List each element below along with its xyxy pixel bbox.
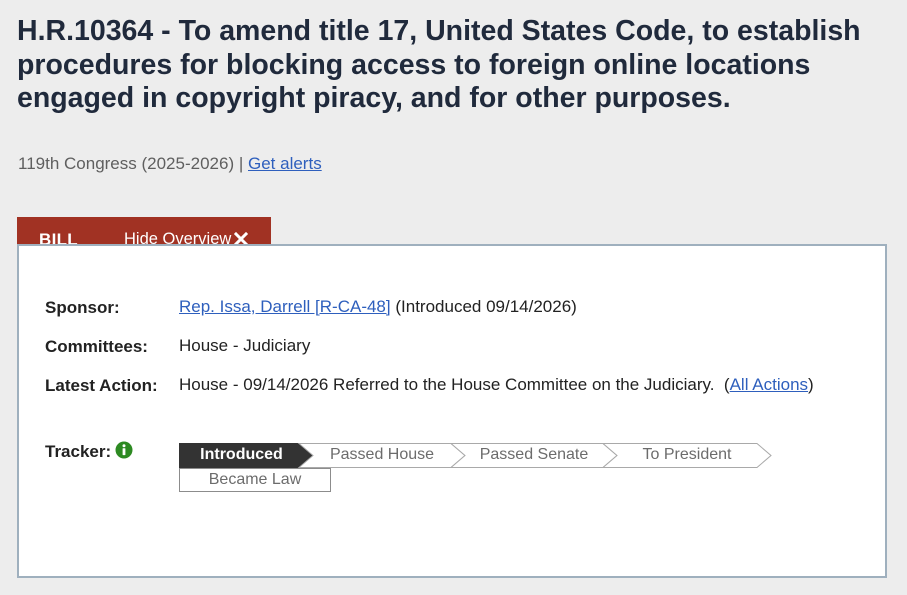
committees-value: House - Judiciary	[179, 336, 311, 355]
sponsor-label: Sponsor:	[45, 298, 120, 317]
step-passed-senate: Passed Senate	[479, 446, 589, 463]
info-icon[interactable]	[115, 441, 133, 464]
step-passed-house: Passed House	[329, 446, 435, 463]
page-title: H.R.10364 - To amend title 17, United St…	[17, 15, 861, 114]
latest-action-text: House - 09/14/2026 Referred to the House…	[179, 375, 715, 394]
committees-label: Committees:	[45, 337, 148, 356]
sponsor-value: Rep. Issa, Darrell [R-CA-48] (Introduced…	[179, 295, 577, 319]
step-introduced: Introduced	[200, 446, 283, 463]
latest-action-label: Latest Action:	[45, 376, 158, 395]
congress-label: 119th Congress (2025-2026)	[18, 154, 235, 173]
separator: |	[238, 154, 244, 173]
step-to-president: To President	[642, 446, 732, 463]
latest-action-value: House - 09/14/2026 Referred to the House…	[179, 375, 814, 394]
get-alerts-link[interactable]: Get alerts	[248, 154, 322, 173]
overview-panel: Sponsor: Rep. Issa, Darrell [R-CA-48] (I…	[17, 244, 887, 578]
tracker-label: Tracker:	[45, 442, 112, 461]
sponsor-link[interactable]: Rep. Issa, Darrell [R-CA-48]	[179, 297, 391, 316]
sponsor-introduced: (Introduced 09/14/2026)	[395, 297, 577, 316]
congress-line: 119th Congress (2025-2026) | Get alerts	[18, 154, 322, 174]
tracker-label-wrap: Tracker:	[45, 441, 133, 464]
status-tracker: Introduced Passed House Passed Senate To…	[179, 443, 779, 503]
step-became-law: Became Law	[179, 468, 331, 492]
all-actions-link[interactable]: All Actions	[730, 375, 808, 394]
